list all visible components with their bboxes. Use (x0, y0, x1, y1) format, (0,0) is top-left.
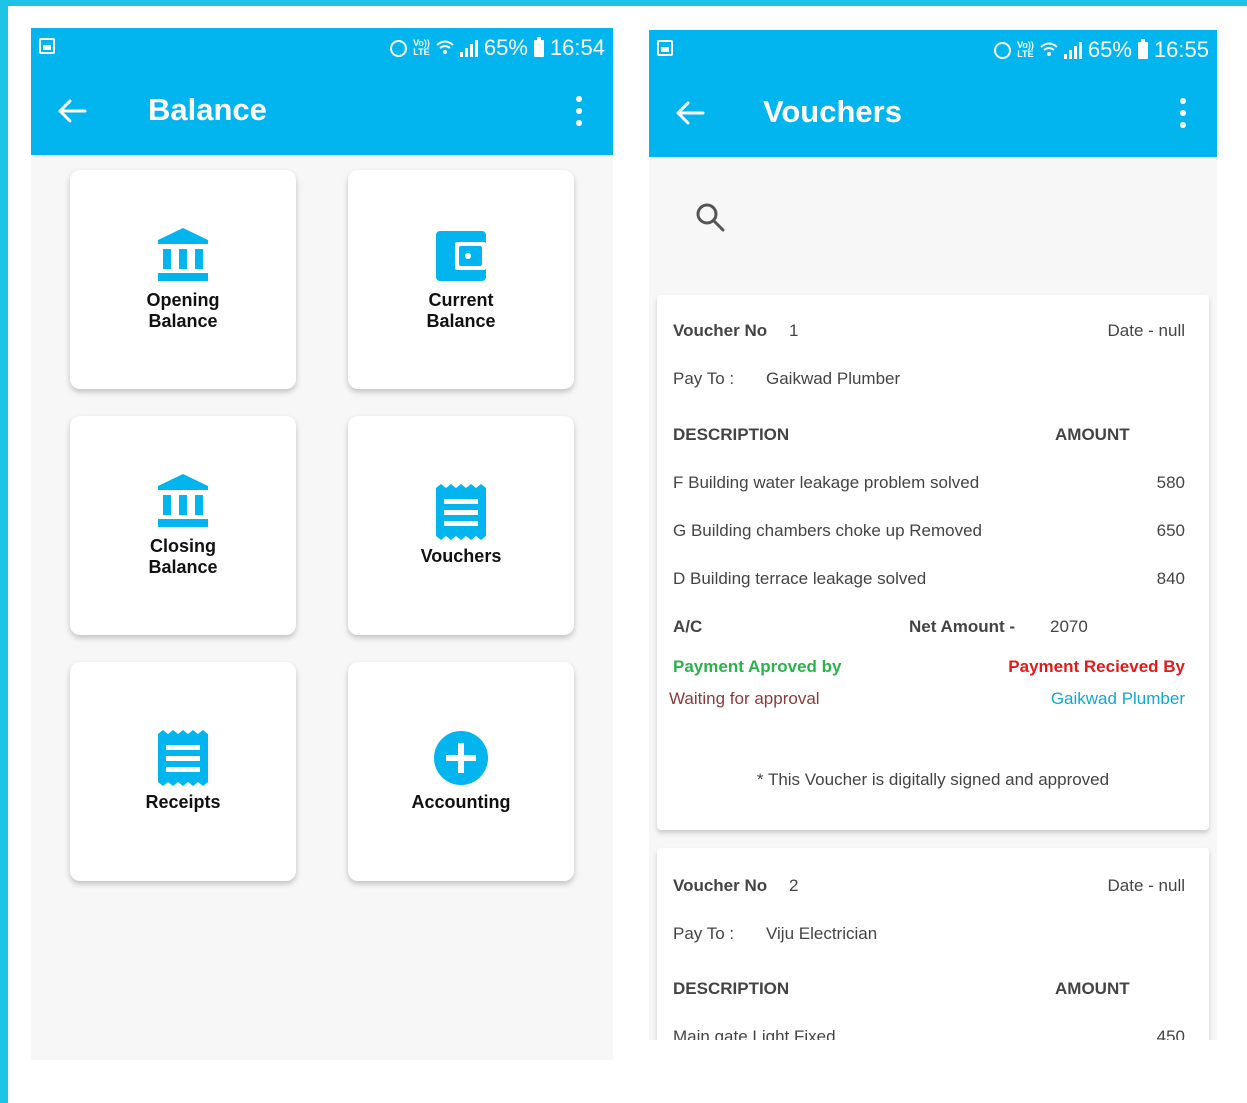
wifi-icon (1040, 42, 1058, 56)
tile-label: Closing Balance (148, 535, 218, 577)
back-arrow-icon[interactable] (57, 98, 87, 124)
bank-icon (155, 473, 211, 530)
tile-opening-balance[interactable]: Opening Balance (70, 170, 296, 389)
tile-label: Receipts (145, 792, 221, 812)
clock: 16:54 (549, 35, 605, 60)
pay-to-label: Pay To : (673, 369, 735, 388)
received-by-label: Payment Recieved By (1008, 657, 1185, 676)
tile-label: Current Balance (426, 289, 496, 331)
item-amount: 580 (1156, 473, 1185, 492)
voucher-no-label: Voucher No (673, 321, 768, 340)
balance-screen: Vo)) LTE 65% 16:54 Balance Opening Balanc… (31, 28, 613, 1060)
battery-percent: 65% (483, 35, 528, 60)
add-circle-icon (433, 730, 489, 786)
item-amount: 450 (1156, 1027, 1185, 1040)
description-header: DESCRIPTION (673, 425, 790, 444)
frame-left-border (0, 0, 8, 1103)
pay-to-value: Gaikwad Plumber (766, 369, 901, 388)
description-header: DESCRIPTION (673, 979, 790, 998)
tile-current-balance[interactable]: Current Balance (348, 170, 574, 389)
voucher-card[interactable]: Voucher No 2 Date - null Pay To : Viju E… (657, 848, 1209, 1040)
battery-icon (533, 36, 544, 57)
signal-icon (1063, 41, 1082, 59)
voucher-date: Date - null (1107, 876, 1185, 895)
voucher-no-label: Voucher No (673, 876, 768, 895)
voucher-date: Date - null (1107, 321, 1185, 340)
status-bar: Vo)) LTE 65% 16:54 (31, 28, 613, 68)
tile-vouchers[interactable]: Vouchers (348, 416, 574, 635)
ac-label: A/C (673, 617, 703, 636)
clock: 16:55 (1153, 37, 1209, 62)
amount-header: AMOUNT (1055, 979, 1130, 998)
amount-header: AMOUNT (1055, 425, 1130, 444)
tile-closing-balance[interactable]: Closing Balance (70, 416, 296, 635)
approved-by-value: Waiting for approval (669, 689, 820, 708)
signed-note: * This Voucher is digitally signed and a… (756, 770, 1110, 789)
bank-icon (155, 227, 211, 284)
page-title: Balance (148, 92, 267, 127)
alarm-icon (994, 41, 1012, 59)
voucher-card[interactable]: Voucher No 1 Date - null Pay To : Gaikwa… (657, 295, 1209, 830)
overflow-menu-icon[interactable] (1179, 98, 1187, 128)
overflow-menu-icon[interactable] (575, 96, 583, 126)
tile-label: Vouchers (420, 546, 502, 566)
battery-percent: 65% (1087, 37, 1132, 62)
item-description: Main gate Light Fixed (673, 1027, 836, 1040)
tile-receipts[interactable]: Receipts (70, 662, 296, 881)
vouchers-screen: Vo)) LTE 65% 16:55 Vouchers Voucher No 1 … (649, 30, 1217, 1040)
item-amount: 840 (1156, 569, 1185, 588)
net-amount-label: Net Amount - (909, 617, 1016, 636)
tile-label: Accounting (411, 792, 511, 812)
net-amount-value: 2070 (1050, 617, 1088, 636)
gallery-notification-icon (39, 38, 55, 54)
voucher-no: 2 (789, 876, 799, 895)
voucher-no: 1 (789, 321, 799, 340)
search-icon[interactable] (695, 202, 725, 232)
tile-accounting[interactable]: Accounting (348, 662, 574, 881)
tile-label: Opening Balance (146, 289, 220, 331)
back-arrow-icon[interactable] (675, 100, 705, 126)
status-bar: Vo)) LTE 65% 16:55 (649, 30, 1217, 70)
battery-icon (1137, 38, 1148, 59)
pay-to-value: Viju Electrician (766, 924, 878, 943)
item-amount: 650 (1156, 521, 1185, 540)
wallet-icon (433, 228, 489, 284)
item-description: F Building water leakage problem solved (673, 473, 980, 492)
receipt-icon (155, 730, 211, 786)
item-description: D Building terrace leakage solved (673, 569, 927, 588)
volte-icon: Vo)) LTE (1017, 40, 1034, 59)
gallery-notification-icon (657, 40, 673, 56)
alarm-icon (390, 39, 408, 57)
signal-icon (459, 39, 478, 57)
wifi-icon (436, 40, 454, 54)
vouchers-app-bar: Vo)) LTE 65% 16:55 Vouchers (649, 30, 1217, 157)
item-description: G Building chambers choke up Removed (673, 521, 982, 540)
received-by-value: Gaikwad Plumber (1050, 689, 1185, 708)
page-title: Vouchers (763, 94, 902, 129)
receipt-icon (433, 484, 489, 540)
pay-to-label: Pay To : (673, 924, 735, 943)
volte-icon: Vo)) LTE (413, 38, 430, 57)
approved-by-label: Payment Aproved by (673, 657, 842, 676)
balance-app-bar: Vo)) LTE 65% 16:54 Balance (31, 28, 613, 155)
